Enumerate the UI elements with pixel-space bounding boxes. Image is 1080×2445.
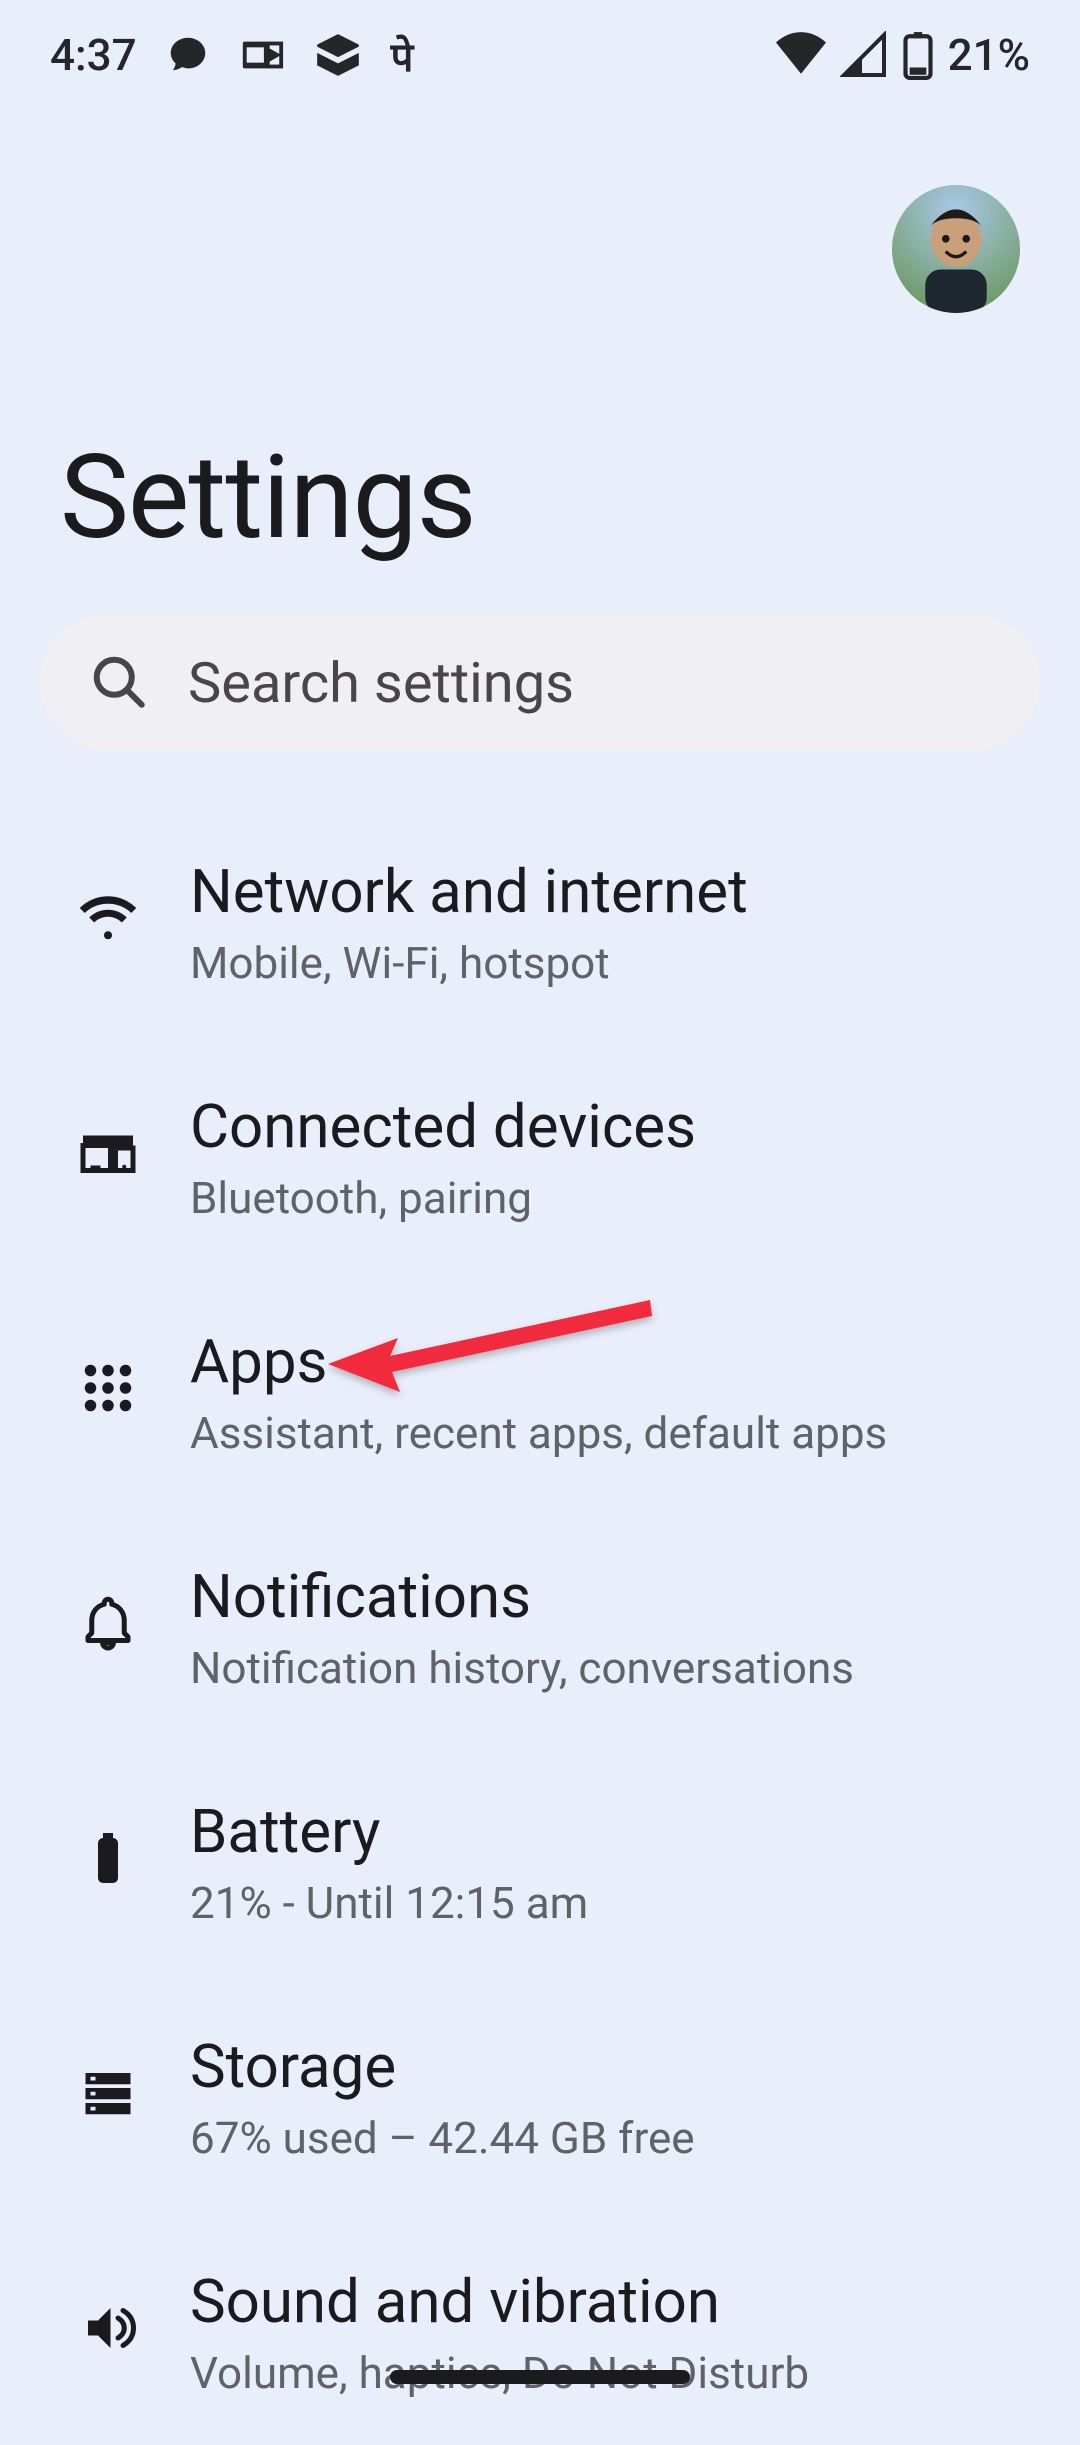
item-notifications[interactable]: Notifications Notification history, conv… [0, 1505, 1080, 1740]
item-title: Storage [190, 2031, 695, 2102]
chat-notif-icon [165, 32, 211, 78]
pe-notif-icon: पे [391, 28, 414, 83]
devices-icon [68, 1113, 148, 1193]
cellular-status-icon [840, 31, 888, 79]
item-sound-and-vibration[interactable]: Sound and vibration Volume, haptics, Do … [0, 2210, 1080, 2445]
bell-icon [68, 1583, 148, 1663]
item-subtitle: 21% - Until 12:15 am [190, 1877, 588, 1929]
status-left: 4:37 पे [50, 28, 413, 83]
box-notif-icon [313, 30, 363, 80]
item-subtitle: Mobile, Wi-Fi, hotspot [190, 937, 748, 989]
item-battery[interactable]: Battery 21% - Until 12:15 am [0, 1740, 1080, 1975]
item-title: Apps [190, 1326, 887, 1397]
item-subtitle: 67% used – 42.44 GB free [190, 2112, 695, 2164]
status-time: 4:37 [50, 29, 137, 81]
avatar-image-icon [892, 185, 1020, 313]
profile-avatar[interactable] [892, 185, 1020, 313]
item-connected-devices[interactable]: Connected devices Bluetooth, pairing [0, 1035, 1080, 1270]
item-apps[interactable]: Apps Assistant, recent apps, default app… [0, 1270, 1080, 1505]
item-texts: Connected devices Bluetooth, pairing [190, 1081, 696, 1224]
item-title: Notifications [190, 1561, 854, 1632]
apps-grid-icon [68, 1348, 148, 1428]
wifi-icon [68, 878, 148, 958]
settings-list: Network and internet Mobile, Wi-Fi, hots… [0, 800, 1080, 2445]
item-subtitle: Assistant, recent apps, default apps [190, 1407, 887, 1459]
item-title: Connected devices [190, 1091, 696, 1162]
battery-status-icon [902, 30, 934, 80]
item-title: Battery [190, 1796, 588, 1867]
item-network-and-internet[interactable]: Network and internet Mobile, Wi-Fi, hots… [0, 800, 1080, 1035]
item-title: Sound and vibration [190, 2266, 809, 2337]
status-bar: 4:37 पे 21% [0, 0, 1080, 110]
wifi-status-icon [776, 30, 826, 80]
item-texts: Apps Assistant, recent apps, default app… [190, 1316, 887, 1459]
battery-percent: 21% [948, 29, 1030, 81]
page-title: Settings [60, 430, 476, 566]
item-storage[interactable]: Storage 67% used – 42.44 GB free [0, 1975, 1080, 2210]
item-texts: Storage 67% used – 42.44 GB free [190, 2021, 695, 2164]
item-texts: Network and internet Mobile, Wi-Fi, hots… [190, 846, 748, 989]
item-subtitle: Bluetooth, pairing [190, 1172, 696, 1224]
gesture-nav-bar[interactable] [390, 2370, 690, 2384]
storage-icon [68, 2053, 148, 2133]
item-subtitle: Notification history, conversations [190, 1642, 854, 1694]
item-texts: Battery 21% - Until 12:15 am [190, 1786, 588, 1929]
search-placeholder: Search settings [188, 650, 574, 716]
sound-icon [68, 2288, 148, 2368]
item-texts: Notifications Notification history, conv… [190, 1551, 854, 1694]
outlook-notif-icon [239, 32, 285, 78]
item-title: Network and internet [190, 856, 748, 927]
battery-icon [68, 1818, 148, 1898]
search-icon [88, 651, 148, 715]
search-bar[interactable]: Search settings [40, 615, 1040, 750]
status-right: 21% [776, 29, 1030, 81]
